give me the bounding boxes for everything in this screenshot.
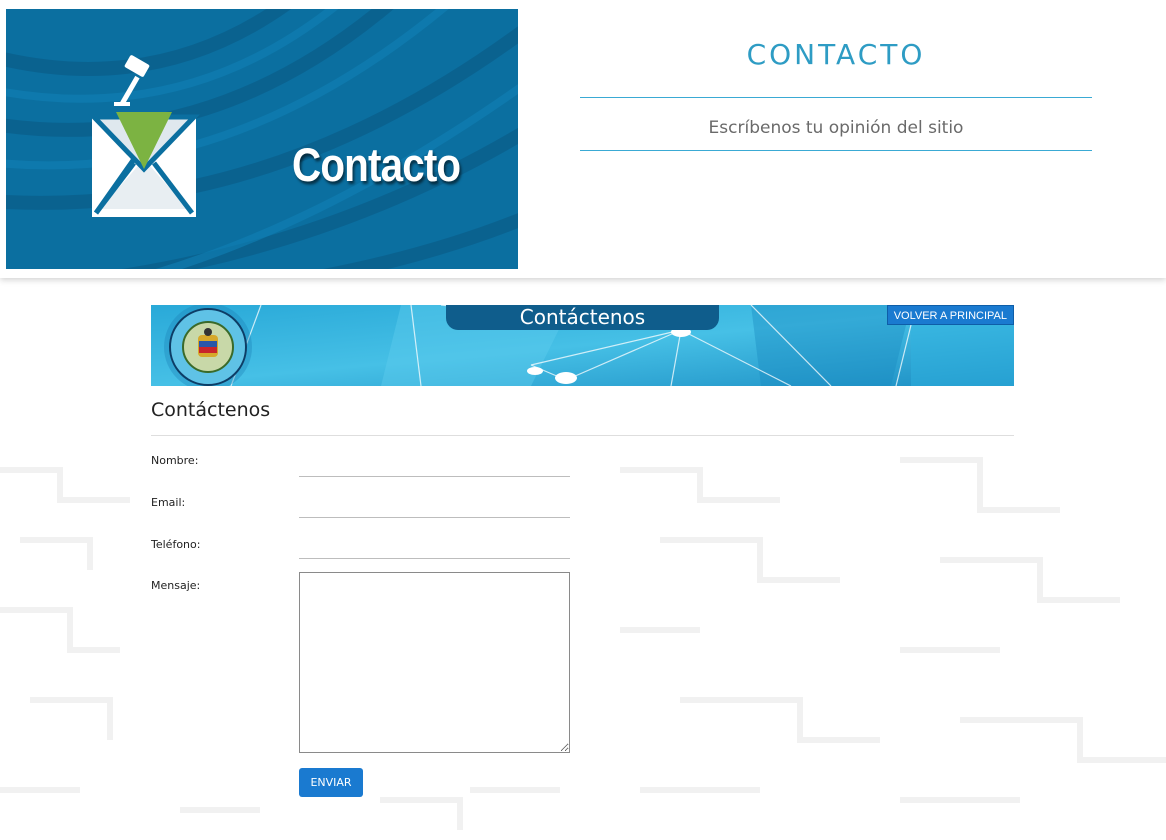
email-input[interactable]	[299, 491, 570, 518]
hero-banner-image: Contacto	[6, 9, 518, 269]
hero-banner-title: Contacto	[292, 138, 461, 191]
name-input[interactable]	[299, 450, 570, 477]
back-to-main-button[interactable]: VOLVER A PRINCIPAL	[886, 305, 1014, 325]
phone-input[interactable]	[299, 532, 570, 559]
hero-section: Contacto CONTACTO Escríbenos tu opinión …	[0, 0, 1166, 278]
hero-intro: CONTACTO Escríbenos tu opinión del sitio	[580, 0, 1092, 278]
heading-divider-top	[580, 97, 1092, 98]
page-heading: CONTACTO	[746, 38, 926, 71]
judicial-seal-icon	[164, 305, 252, 386]
contact-banner: Contáctenos VOLVER A PRINCIPAL	[151, 305, 1014, 386]
form-divider	[151, 435, 1014, 436]
submit-button[interactable]: ENVIAR	[299, 768, 363, 797]
form-title: Contáctenos	[151, 399, 271, 421]
name-label: Nombre:	[151, 454, 199, 467]
email-label: Email:	[151, 496, 186, 509]
envelope-icon	[88, 112, 200, 217]
heading-divider-bottom	[580, 150, 1092, 151]
message-textarea[interactable]	[299, 572, 570, 753]
phone-label: Teléfono:	[151, 538, 201, 551]
message-label: Mensaje:	[151, 579, 201, 592]
page-subtitle: Escríbenos tu opinión del sitio	[708, 118, 964, 138]
banner-title: Contáctenos	[446, 305, 719, 330]
